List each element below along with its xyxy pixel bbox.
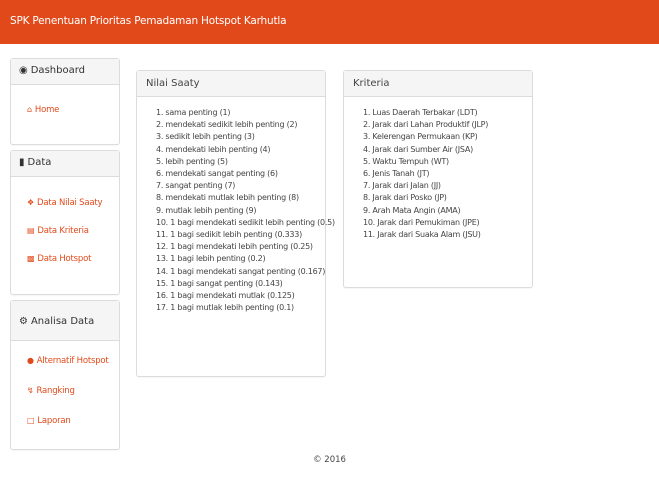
scale-icon: ❖ bbox=[27, 198, 34, 207]
sidebar-analisa-title: Analisa Data bbox=[30, 316, 95, 327]
sidebar-item-data-kriteria[interactable]: ▤ Data Kriteria bbox=[11, 226, 119, 236]
list-item: 1. Luas Daerah Terbakar (LDT) bbox=[363, 108, 478, 117]
list-item: 14. 1 bagi mendekati sangat penting (0.1… bbox=[156, 266, 326, 276]
footer-copyright: © 2016 bbox=[313, 455, 346, 465]
database-icon: ▩ bbox=[27, 254, 35, 263]
sidebar-item-data-nilai-saaty-label: Data Nilai Saaty bbox=[36, 198, 103, 208]
list-item: 11. Jarak dari Suaka Alam (JSU) bbox=[363, 230, 481, 240]
sidebar-item-home-label: Home bbox=[34, 105, 60, 115]
list-item: 9. mutlak lebih penting (9) bbox=[156, 205, 257, 215]
list-item: 4. Jarak dari Sumber Air (JSA) bbox=[363, 144, 473, 154]
sidebar-item-rangking-label: Rangking bbox=[36, 386, 75, 396]
kriteria-heading: Kriteria bbox=[344, 71, 532, 97]
sidebar-dashboard-title: Dashboard bbox=[30, 65, 85, 76]
sidebar-item-data-kriteria-label: Data Kriteria bbox=[37, 226, 89, 236]
nilai-saaty-list: 1. sama penting (1) 2. mendekati sedikit … bbox=[137, 97, 335, 314]
list-item: 10. 1 bagi mendekati sedikit lebih penti… bbox=[156, 217, 335, 227]
home-icon: ⌂ bbox=[27, 105, 32, 114]
list-item: 2. Jarak dari Lahan Produktif (JLP) bbox=[363, 120, 489, 130]
sidebar-item-data-nilai-saaty[interactable]: ❖ Data Nilai Saaty bbox=[11, 198, 119, 208]
list-item: 15. 1 bagi sangat penting (0.143) bbox=[156, 278, 283, 288]
sidebar-item-rangking[interactable]: ↯ Rangking bbox=[11, 386, 119, 396]
sidebar-item-home[interactable]: ⌂ Home bbox=[11, 105, 119, 115]
list-item: 8. mendekati mutlak lebih penting (8) bbox=[156, 193, 299, 203]
sidebar-item-laporan-label: Laporan bbox=[37, 416, 71, 426]
list-item: 3. Kelerengan Permukaan (KP) bbox=[363, 132, 478, 142]
list-item: 5. Waktu Tempuh (WT) bbox=[363, 156, 449, 166]
list-item: 7. Jarak dari Jalan (JJ) bbox=[363, 181, 441, 191]
sidebar-item-alternatif-hotspot-label: Alternatif Hotspot bbox=[36, 356, 109, 366]
list-item: 13. 1 bagi lebih penting (0.2) bbox=[156, 254, 266, 264]
gears-icon: ⚙ bbox=[19, 316, 28, 327]
app-title[interactable]: SPK Penentuan Prioritas Pemadaman Hotspo… bbox=[10, 15, 287, 27]
list-item: 3. sedikit lebih penting (3) bbox=[156, 132, 255, 142]
sidebar-item-alternatif-hotspot[interactable]: ● Alternatif Hotspot bbox=[11, 356, 119, 366]
lightning-icon: ↯ bbox=[27, 386, 34, 395]
fire-icon: ● bbox=[27, 356, 34, 365]
sidebar-item-data-hotspot-label: Data Hotspot bbox=[37, 254, 92, 264]
list-item: 7. sangat penting (7) bbox=[156, 181, 236, 191]
sidebar-panel-dashboard-heading: ◉ Dashboard bbox=[11, 59, 119, 85]
dashboard-icon: ◉ bbox=[19, 65, 28, 76]
list-item: 16. 1 bagi mendekati mutlak (0.125) bbox=[156, 291, 295, 301]
sidebar-panel-data-heading: ▮ Data bbox=[11, 151, 119, 177]
kriteria-panel: Kriteria 1. Luas Daerah Terbakar (LDT) 2.… bbox=[343, 70, 533, 288]
sidebar-item-laporan[interactable]: □ Laporan bbox=[11, 416, 119, 426]
top-navbar: SPK Penentuan Prioritas Pemadaman Hotspo… bbox=[0, 0, 659, 44]
document-icon: □ bbox=[27, 416, 35, 425]
sidebar-panel-dashboard: ◉ Dashboard ⌂ Home bbox=[10, 58, 120, 145]
sidebar-item-data-hotspot[interactable]: ▩ Data Hotspot bbox=[11, 254, 119, 264]
list-item: 2. mendekati sedikit lebih penting (2) bbox=[156, 120, 298, 130]
list-item: 5. lebih penting (5) bbox=[156, 156, 228, 166]
kriteria-list: 1. Luas Daerah Terbakar (LDT) 2. Jarak da… bbox=[344, 97, 532, 241]
list-item: 11. 1 bagi sedikit lebih penting (0.333) bbox=[156, 230, 302, 240]
file-icon: ▮ bbox=[19, 157, 25, 168]
list-item: 17. 1 bagi mutlak lebih penting (0.1) bbox=[156, 303, 294, 313]
list-item: 8. Jarak dari Posko (JP) bbox=[363, 193, 447, 203]
nilai-saaty-heading: Nilai Saaty bbox=[137, 71, 325, 97]
institution-icon: ▤ bbox=[27, 226, 35, 235]
list-item: 9. Arah Mata Angin (AMA) bbox=[363, 205, 461, 215]
sidebar-panel-analisa-heading: ⚙ Analisa Data bbox=[11, 301, 119, 341]
list-item: 1. sama penting (1) bbox=[156, 108, 231, 117]
list-item: 6. Jenis Tanah (JT) bbox=[363, 169, 430, 179]
list-item: 12. 1 bagi mendekati lebih penting (0.25… bbox=[156, 242, 313, 252]
nilai-saaty-panel: Nilai Saaty 1. sama penting (1) 2. mendek… bbox=[136, 70, 335, 377]
list-item: 6. mendekati sangat penting (6) bbox=[156, 169, 278, 179]
list-item: 4. mendekati lebih penting (4) bbox=[156, 144, 271, 154]
sidebar-panel-data: ▮ Data ❖ Data Nilai Saaty ▤ Data Kriteria ▩… bbox=[10, 150, 120, 295]
sidebar-panel-analisa: ⚙ Analisa Data ● Alternatif Hotspot ↯ Rangk… bbox=[10, 300, 120, 450]
list-item: 10. Jarak dari Pemukiman (JPE) bbox=[363, 217, 480, 227]
sidebar-data-title: Data bbox=[27, 157, 52, 168]
